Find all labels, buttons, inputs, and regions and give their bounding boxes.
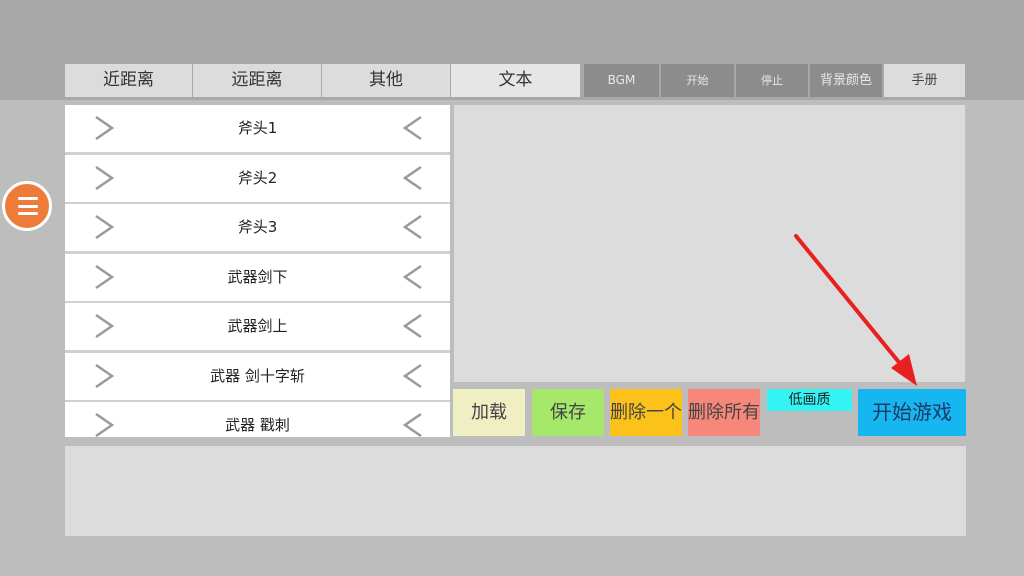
low-quality-toggle[interactable]: 低画质 xyxy=(767,389,852,411)
list-item-label: 武器剑上 xyxy=(227,317,288,335)
chevron-right-icon[interactable] xyxy=(90,212,120,242)
chevron-left-icon[interactable] xyxy=(397,113,427,143)
list-item[interactable]: 武器 戳刺 xyxy=(65,402,450,437)
tab-text[interactable]: 文本 xyxy=(451,64,580,97)
chevron-right-icon[interactable] xyxy=(90,262,120,292)
list-item[interactable]: 斧头1 xyxy=(65,105,450,152)
load-button[interactable]: 加载 xyxy=(453,389,525,436)
chevron-left-icon[interactable] xyxy=(397,410,427,437)
start-game-button[interactable]: 开始游戏 xyxy=(858,389,966,436)
menu-button[interactable] xyxy=(2,181,52,231)
tab-melee[interactable]: 近距离 xyxy=(65,64,193,97)
list-item-label: 武器 剑十字斩 xyxy=(210,366,305,385)
chevron-right-icon[interactable] xyxy=(90,311,120,341)
chevron-left-icon[interactable] xyxy=(397,262,427,292)
list-item-label: 武器 戳刺 xyxy=(225,416,290,434)
chevron-left-icon[interactable] xyxy=(397,361,427,391)
list-item[interactable]: 武器剑上 xyxy=(65,303,450,350)
list-item-label: 斧头1 xyxy=(237,119,278,137)
list-item-label: 斧头2 xyxy=(237,168,278,187)
chevron-left-icon[interactable] xyxy=(397,212,427,242)
tab-other[interactable]: 其他 xyxy=(322,64,451,97)
category-tabs: 近距离 远距离 其他 文本 xyxy=(65,64,580,97)
chevron-right-icon[interactable] xyxy=(90,410,120,437)
chevron-right-icon[interactable] xyxy=(90,163,120,193)
preview-area xyxy=(454,105,965,382)
chevron-left-icon[interactable] xyxy=(397,311,427,341)
tab-ranged[interactable]: 远距离 xyxy=(193,64,322,97)
delete-one-button[interactable]: 删除一个 xyxy=(610,389,682,436)
chevron-right-icon[interactable] xyxy=(90,361,120,391)
item-list[interactable]: 斧头1 斧头2 斧头3 武器剑下武器剑上武器 剑十字斩 武器 戳刺 xyxy=(65,105,450,437)
background-color-button[interactable]: 背景颜色 xyxy=(810,64,882,97)
list-item-label: 武器剑下 xyxy=(227,267,288,286)
list-item[interactable]: 武器剑下 xyxy=(65,253,450,301)
list-item-label: 斧头3 xyxy=(237,218,278,236)
list-item[interactable]: 武器 剑十字斩 xyxy=(65,352,450,400)
chevron-left-icon[interactable] xyxy=(397,163,427,193)
manual-button[interactable]: 手册 xyxy=(884,64,965,97)
play-button[interactable]: 开始 xyxy=(661,64,734,97)
list-item[interactable]: 斧头2 xyxy=(65,154,450,202)
stop-button[interactable]: 停止 xyxy=(736,64,808,97)
bottom-panel xyxy=(65,446,966,536)
list-item[interactable]: 斧头3 xyxy=(65,204,450,251)
save-button[interactable]: 保存 xyxy=(532,389,604,436)
delete-all-button[interactable]: 删除所有 xyxy=(688,389,760,436)
chevron-right-icon[interactable] xyxy=(90,113,120,143)
bgm-button[interactable]: BGM xyxy=(584,64,659,97)
